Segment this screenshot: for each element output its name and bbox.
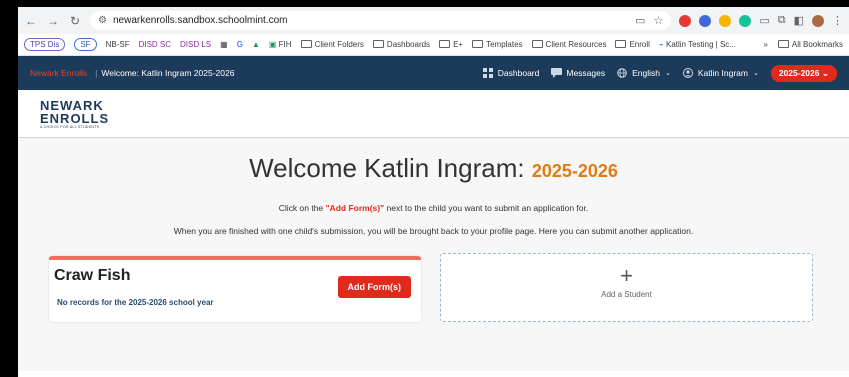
- header-nav: Dashboard Messages English ⌄ Katlin Ingr…: [482, 64, 837, 82]
- bookmark-disd-ls[interactable]: DISD LS: [180, 40, 211, 49]
- bookmark-templates[interactable]: Templates: [472, 40, 522, 49]
- main-content: Welcome Katlin Ingram: 2025-2026 Click o…: [18, 138, 849, 371]
- bookmark-star-icon[interactable]: ☆: [653, 14, 663, 27]
- page-title-prefix: Welcome Katlin Ingram:: [249, 153, 525, 183]
- header-separator: |: [95, 68, 98, 78]
- app-header: Newark Enrolls | Welcome: Katlin Ingram …: [18, 56, 849, 90]
- all-bookmarks[interactable]: All Bookmarks: [778, 40, 843, 49]
- bookmark-katlin-testing[interactable]: ⌁ Katlin Testing | Sc...: [659, 40, 736, 49]
- header-welcome: Welcome: Katlin Ingram 2025-2026: [101, 68, 235, 78]
- add-student-card[interactable]: + Add a Student: [440, 253, 813, 322]
- sheets-icon: ▣: [268, 40, 277, 49]
- pencil-extension-icon[interactable]: [719, 14, 732, 27]
- menu-kebab-icon[interactable]: ⋮: [832, 14, 843, 27]
- sidebar-icon[interactable]: ◧: [794, 14, 804, 27]
- page-title-year: 2025-2026: [531, 161, 618, 181]
- message-icon: [551, 68, 563, 78]
- bookmark-disd-sc[interactable]: DISD SC: [139, 40, 171, 49]
- instruction-line-1: Click on the "Add Form(s)" next to the c…: [18, 203, 849, 213]
- page-title: Welcome Katlin Ingram: 2025-2026: [18, 153, 849, 184]
- newark-enrolls-logo[interactable]: NEWARK ENROLLS A CHOICE FOR ALL STUDENTS: [40, 99, 109, 130]
- bookmark-katlin-testing-label: Katlin Testing | Sc...: [665, 40, 736, 49]
- more-bookmarks-chevron-icon[interactable]: »: [763, 40, 767, 49]
- bookmark-dashboards[interactable]: Dashboards: [373, 40, 430, 49]
- address-bar-row: ← → ↻ ⚙ newarkenrolls.sandbox.schoolmint…: [18, 7, 849, 34]
- instruction-line-2: When you are finished with one child's s…: [173, 226, 694, 236]
- apps-grid-icon[interactable]: ▦: [220, 40, 228, 49]
- chevron-down-icon: ⌄: [665, 70, 671, 77]
- student-name: Craw Fish: [54, 267, 131, 284]
- grammarly-icon[interactable]: [739, 14, 752, 27]
- forward-icon[interactable]: →: [46, 14, 60, 28]
- bookmark-google[interactable]: G: [237, 40, 243, 49]
- nav-dashboard[interactable]: Dashboard: [482, 68, 540, 78]
- globe-icon: [617, 68, 627, 78]
- nav-messages[interactable]: Messages: [551, 68, 605, 78]
- year-selector[interactable]: 2025-2026 ⌄: [770, 64, 837, 82]
- logo-strip: NEWARK ENROLLS A CHOICE FOR ALL STUDENTS: [18, 90, 849, 138]
- link-icon: ⌁: [658, 40, 664, 49]
- bookmark-enroll[interactable]: Enroll: [615, 40, 649, 49]
- bookmark-client-resources[interactable]: Client Resources: [532, 40, 607, 49]
- student-card: Craw Fish No records for the 2025-2026 s…: [49, 256, 421, 322]
- year-selector-label: 2025-2026: [778, 67, 820, 78]
- instruction-1-after: next to the child you want to submit an …: [384, 203, 589, 213]
- logo-tagline: A CHOICE FOR ALL STUDENTS: [40, 125, 100, 129]
- language-selector[interactable]: English ⌄: [617, 68, 671, 78]
- plus-icon: +: [620, 263, 633, 288]
- chevron-down-icon: ⌄: [821, 67, 829, 78]
- dashboard-icon: [482, 68, 493, 78]
- extension-blue-icon[interactable]: [699, 14, 712, 27]
- chevron-down-icon: ⌄: [752, 70, 759, 77]
- puzzle-icon[interactable]: ⧉: [778, 14, 786, 27]
- add-forms-button[interactable]: Add Form(s): [337, 276, 411, 298]
- bookmark-tps-dis[interactable]: TPS Dis: [24, 38, 66, 51]
- reload-icon[interactable]: ↻: [68, 14, 82, 28]
- browser-window: ← → ↻ ⚙ newarkenrolls.sandbox.schoolmint…: [18, 7, 849, 377]
- bookmark-nb-sf[interactable]: NB-SF: [106, 40, 130, 49]
- brand-link[interactable]: Newark Enrolls: [30, 68, 87, 78]
- add-student-label: Add a Student: [601, 290, 652, 299]
- nav-dashboard-label: Dashboard: [497, 68, 540, 78]
- omnibox[interactable]: ⚙ newarkenrolls.sandbox.schoolmint.com ▭…: [90, 11, 672, 30]
- cast-icon[interactable]: ▭: [635, 14, 645, 27]
- window-icon[interactable]: ▭: [759, 14, 769, 27]
- bookmark-e-plus[interactable]: E+: [439, 40, 463, 49]
- back-icon[interactable]: ←: [24, 14, 38, 28]
- instruction-1-before: Click on the: [278, 203, 326, 213]
- user-avatar-icon: [682, 68, 693, 78]
- site-info-icon[interactable]: ⚙: [98, 15, 107, 26]
- user-name: Katlin Ingram: [697, 68, 748, 78]
- new-badge-icon[interactable]: [679, 14, 692, 27]
- bookmark-fih[interactable]: ▣ FIH: [269, 40, 292, 49]
- extensions-area: ▭ ⧉ ◧ ⋮: [679, 14, 843, 27]
- url-text: newarkenrolls.sandbox.schoolmint.com: [112, 15, 288, 26]
- student-records-note: No records for the 2025-2026 school year: [57, 298, 214, 307]
- bookmarks-bar: TPS Dis SF NB-SF DISD SC DISD LS ▦ G ▲ ▣…: [18, 34, 849, 56]
- language-label: English: [632, 68, 660, 78]
- bookmark-client-folders[interactable]: Client Folders: [301, 40, 364, 49]
- nav-messages-label: Messages: [566, 68, 606, 78]
- drive-icon[interactable]: ▲: [252, 40, 260, 49]
- instruction-1-highlight: "Add Form(s)": [325, 203, 385, 213]
- bookmark-sf[interactable]: SF: [74, 38, 97, 51]
- user-menu[interactable]: Katlin Ingram ⌄: [682, 68, 759, 78]
- logo-line2: ENROLLS: [40, 111, 110, 126]
- bookmark-fih-label: FIH: [278, 40, 292, 49]
- profile-avatar-icon[interactable]: [812, 14, 824, 27]
